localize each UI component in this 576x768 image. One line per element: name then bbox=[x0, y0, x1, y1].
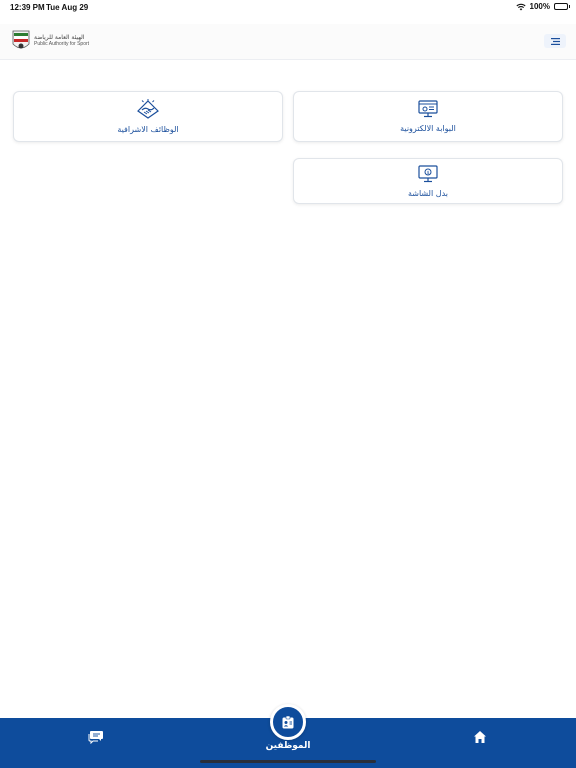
card-supervisory-jobs[interactable]: الوظائف الاشرافية bbox=[13, 91, 283, 142]
status-bar: 12:39 PM Tue Aug 29 100% bbox=[0, 0, 576, 16]
status-right: 100% bbox=[515, 2, 570, 11]
employee-id-icon bbox=[282, 715, 294, 728]
battery-percent: 100% bbox=[529, 2, 550, 11]
svg-text:$: $ bbox=[427, 170, 430, 176]
status-time: 12:39 PM bbox=[10, 3, 45, 12]
home-icon bbox=[474, 731, 486, 743]
menu-icon bbox=[550, 37, 560, 45]
home-indicator[interactable] bbox=[200, 760, 376, 763]
card-supervisory-jobs-label: الوظائف الاشرافية bbox=[117, 125, 179, 134]
logo-arabic-text: الهيئة العامة للرياضة bbox=[34, 34, 85, 41]
card-e-portal[interactable]: البوابة الالكترونية bbox=[293, 91, 563, 142]
logo-english-text: Public Authority for Sport bbox=[34, 41, 90, 47]
battery-icon bbox=[554, 3, 570, 10]
card-screen-allowance-label: بدل الشاشة bbox=[407, 188, 448, 198]
wifi-icon bbox=[515, 3, 526, 10]
handshake-icon bbox=[137, 99, 159, 119]
authority-emblem-icon bbox=[12, 30, 30, 49]
screen-allowance-icon: $ bbox=[418, 164, 438, 182]
chat-icon bbox=[88, 731, 103, 744]
card-screen-allowance[interactable]: $ بدل الشاشة bbox=[293, 158, 563, 204]
portal-icon bbox=[418, 100, 438, 118]
app-logo: الهيئة العامة للرياضة Public Authority f… bbox=[12, 30, 89, 52]
bottom-nav-home[interactable] bbox=[468, 726, 492, 748]
bottom-nav-chat[interactable] bbox=[84, 726, 108, 748]
app-header: الهيئة العامة للرياضة Public Authority f… bbox=[0, 24, 576, 60]
status-date: Tue Aug 29 bbox=[46, 3, 89, 12]
bottom-nav-employees[interactable] bbox=[270, 704, 306, 740]
bottom-nav-employees-label: الموظفين bbox=[265, 741, 311, 751]
menu-button[interactable] bbox=[544, 34, 566, 48]
card-e-portal-label: البوابة الالكترونية bbox=[400, 124, 456, 133]
